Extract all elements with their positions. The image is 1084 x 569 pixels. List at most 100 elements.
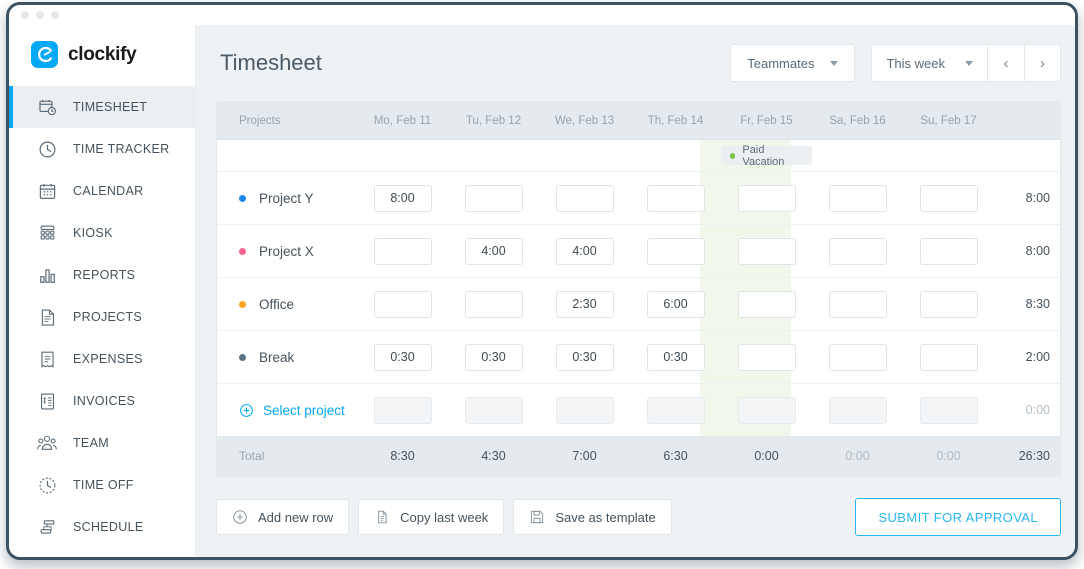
time-cell-input-disabled: [374, 397, 432, 424]
totals-row: Total 8:30 4:30 7:00 6:30 0:00 0:00 0:00…: [217, 437, 1060, 475]
save-as-template-button[interactable]: Save as template: [513, 499, 671, 535]
clock-dashed-icon: [37, 475, 57, 495]
calendar-icon: [37, 181, 57, 201]
week-dropdown[interactable]: This week: [871, 44, 987, 82]
select-project-label: Select project: [263, 403, 345, 418]
day-total: 4:30: [448, 449, 539, 463]
time-cell-input[interactable]: [556, 291, 614, 318]
sidebar-item-time-tracker[interactable]: TIME TRACKER: [9, 128, 195, 170]
time-cell-input-disabled: [738, 397, 796, 424]
sidebar-item-time-off[interactable]: TIME OFF: [9, 464, 195, 506]
add-new-row-label: Add new row: [258, 510, 333, 525]
time-cell-input[interactable]: [556, 344, 614, 371]
brand-logo[interactable]: clockify: [9, 25, 195, 86]
table-row: Project X 8:00: [217, 225, 1060, 278]
grand-total: 26:30: [994, 449, 1070, 463]
time-cell-input[interactable]: [920, 344, 978, 371]
chevron-down-icon: [965, 61, 973, 66]
brand-name: clockify: [68, 44, 136, 66]
next-week-button[interactable]: ›: [1024, 44, 1061, 82]
time-cell-input[interactable]: [374, 238, 432, 265]
sidebar-item-expenses[interactable]: EXPENSES: [9, 338, 195, 380]
time-cell-input[interactable]: [738, 238, 796, 265]
vacation-badge-label: Paid Vacation: [742, 144, 803, 168]
time-cell-input[interactable]: [920, 185, 978, 212]
sidebar-item-label: PROJECTS: [73, 310, 142, 324]
project-name[interactable]: Break: [239, 350, 357, 365]
sidebar-item-label: TEAM: [73, 436, 109, 450]
time-cell-input[interactable]: [647, 291, 705, 318]
time-cell-input[interactable]: [829, 185, 887, 212]
time-cell-input[interactable]: [829, 344, 887, 371]
time-cell-input[interactable]: [829, 291, 887, 318]
sidebar-item-calendar[interactable]: CALENDAR: [9, 170, 195, 212]
project-name[interactable]: Project Y: [239, 191, 357, 206]
time-cell-input[interactable]: [465, 344, 523, 371]
sidebar-item-label: TIME OFF: [73, 478, 134, 492]
day-total: 0:00: [812, 449, 903, 463]
time-cell-input[interactable]: [465, 238, 523, 265]
sidebar-item-projects[interactable]: PROJECTS: [9, 296, 195, 338]
save-as-template-label: Save as template: [555, 510, 655, 525]
page-title: Timesheet: [216, 50, 322, 76]
project-label: Office: [259, 297, 294, 312]
time-cell-input[interactable]: [738, 344, 796, 371]
window-dot-close[interactable]: [21, 11, 29, 19]
time-cell-input[interactable]: [738, 185, 796, 212]
sidebar-item-label: REPORTS: [73, 268, 135, 282]
project-label: Break: [259, 350, 294, 365]
table-header-row: Projects Mo, Feb 11 Tu, Feb 12 We, Feb 1…: [217, 102, 1060, 140]
column-header-day: Tu, Feb 12: [448, 115, 539, 127]
time-cell-input[interactable]: [556, 185, 614, 212]
time-cell-input[interactable]: [647, 238, 705, 265]
receipt-icon: [37, 349, 57, 369]
time-cell-input[interactable]: [374, 344, 432, 371]
week-label: This week: [886, 56, 945, 71]
sidebar-item-reports[interactable]: REPORTS: [9, 254, 195, 296]
project-name[interactable]: Project X: [239, 244, 357, 259]
copy-last-week-button[interactable]: Copy last week: [358, 499, 504, 535]
sidebar-item-kiosk[interactable]: KIOSK: [9, 212, 195, 254]
clockify-logo-icon: [31, 41, 58, 68]
prev-week-button[interactable]: ‹: [987, 44, 1024, 82]
time-cell-input-disabled: [556, 397, 614, 424]
submit-for-approval-button[interactable]: SUBMIT FOR APPROVAL: [855, 498, 1061, 536]
status-badge-paid-vacation[interactable]: Paid Vacation: [721, 146, 812, 165]
time-cell-input[interactable]: [465, 185, 523, 212]
time-cell-input[interactable]: [920, 238, 978, 265]
chevron-down-icon: [830, 61, 838, 66]
day-total: 0:00: [903, 449, 994, 463]
column-header-day: Mo, Feb 11: [357, 115, 448, 127]
time-cell-input[interactable]: [647, 344, 705, 371]
invoice-icon: [37, 391, 57, 411]
sidebar-item-schedule[interactable]: SCHEDULE: [9, 506, 195, 548]
time-cell-input[interactable]: [920, 291, 978, 318]
table-row: Break 2:00: [217, 331, 1060, 384]
sidebar-item-label: INVOICES: [73, 394, 135, 408]
window-dot-minimize[interactable]: [36, 11, 44, 19]
teammates-dropdown[interactable]: Teammates: [730, 44, 855, 82]
sidebar-item-timesheet[interactable]: TIMESHEET: [9, 86, 195, 128]
header-controls: Teammates This week ‹ ›: [730, 44, 1061, 82]
window-dot-maximize[interactable]: [51, 11, 59, 19]
time-cell-input[interactable]: [556, 238, 614, 265]
time-cell-input[interactable]: [465, 291, 523, 318]
time-cell-input[interactable]: [647, 185, 705, 212]
time-cell-input[interactable]: [374, 185, 432, 212]
sidebar-item-team[interactable]: TEAM: [9, 422, 195, 464]
select-project-button[interactable]: Select project: [239, 403, 357, 418]
time-cell-input[interactable]: [829, 238, 887, 265]
column-header-day: Sa, Feb 16: [812, 115, 903, 127]
main-content: Timesheet Teammates This week ‹ ›: [196, 25, 1078, 560]
project-color-dot-icon: [239, 301, 246, 308]
time-cell-input[interactable]: [738, 291, 796, 318]
project-name[interactable]: Office: [239, 297, 357, 312]
time-cell-input[interactable]: [374, 291, 432, 318]
add-new-row-button[interactable]: Add new row: [216, 499, 349, 535]
time-cell-input-disabled: [829, 397, 887, 424]
sidebar-item-label: CALENDAR: [73, 184, 143, 198]
timesheet-table: Projects Mo, Feb 11 Tu, Feb 12 We, Feb 1…: [216, 101, 1061, 476]
sidebar-item-invoices[interactable]: INVOICES: [9, 380, 195, 422]
project-color-dot-icon: [239, 195, 246, 202]
plus-circle-icon: [232, 509, 248, 525]
